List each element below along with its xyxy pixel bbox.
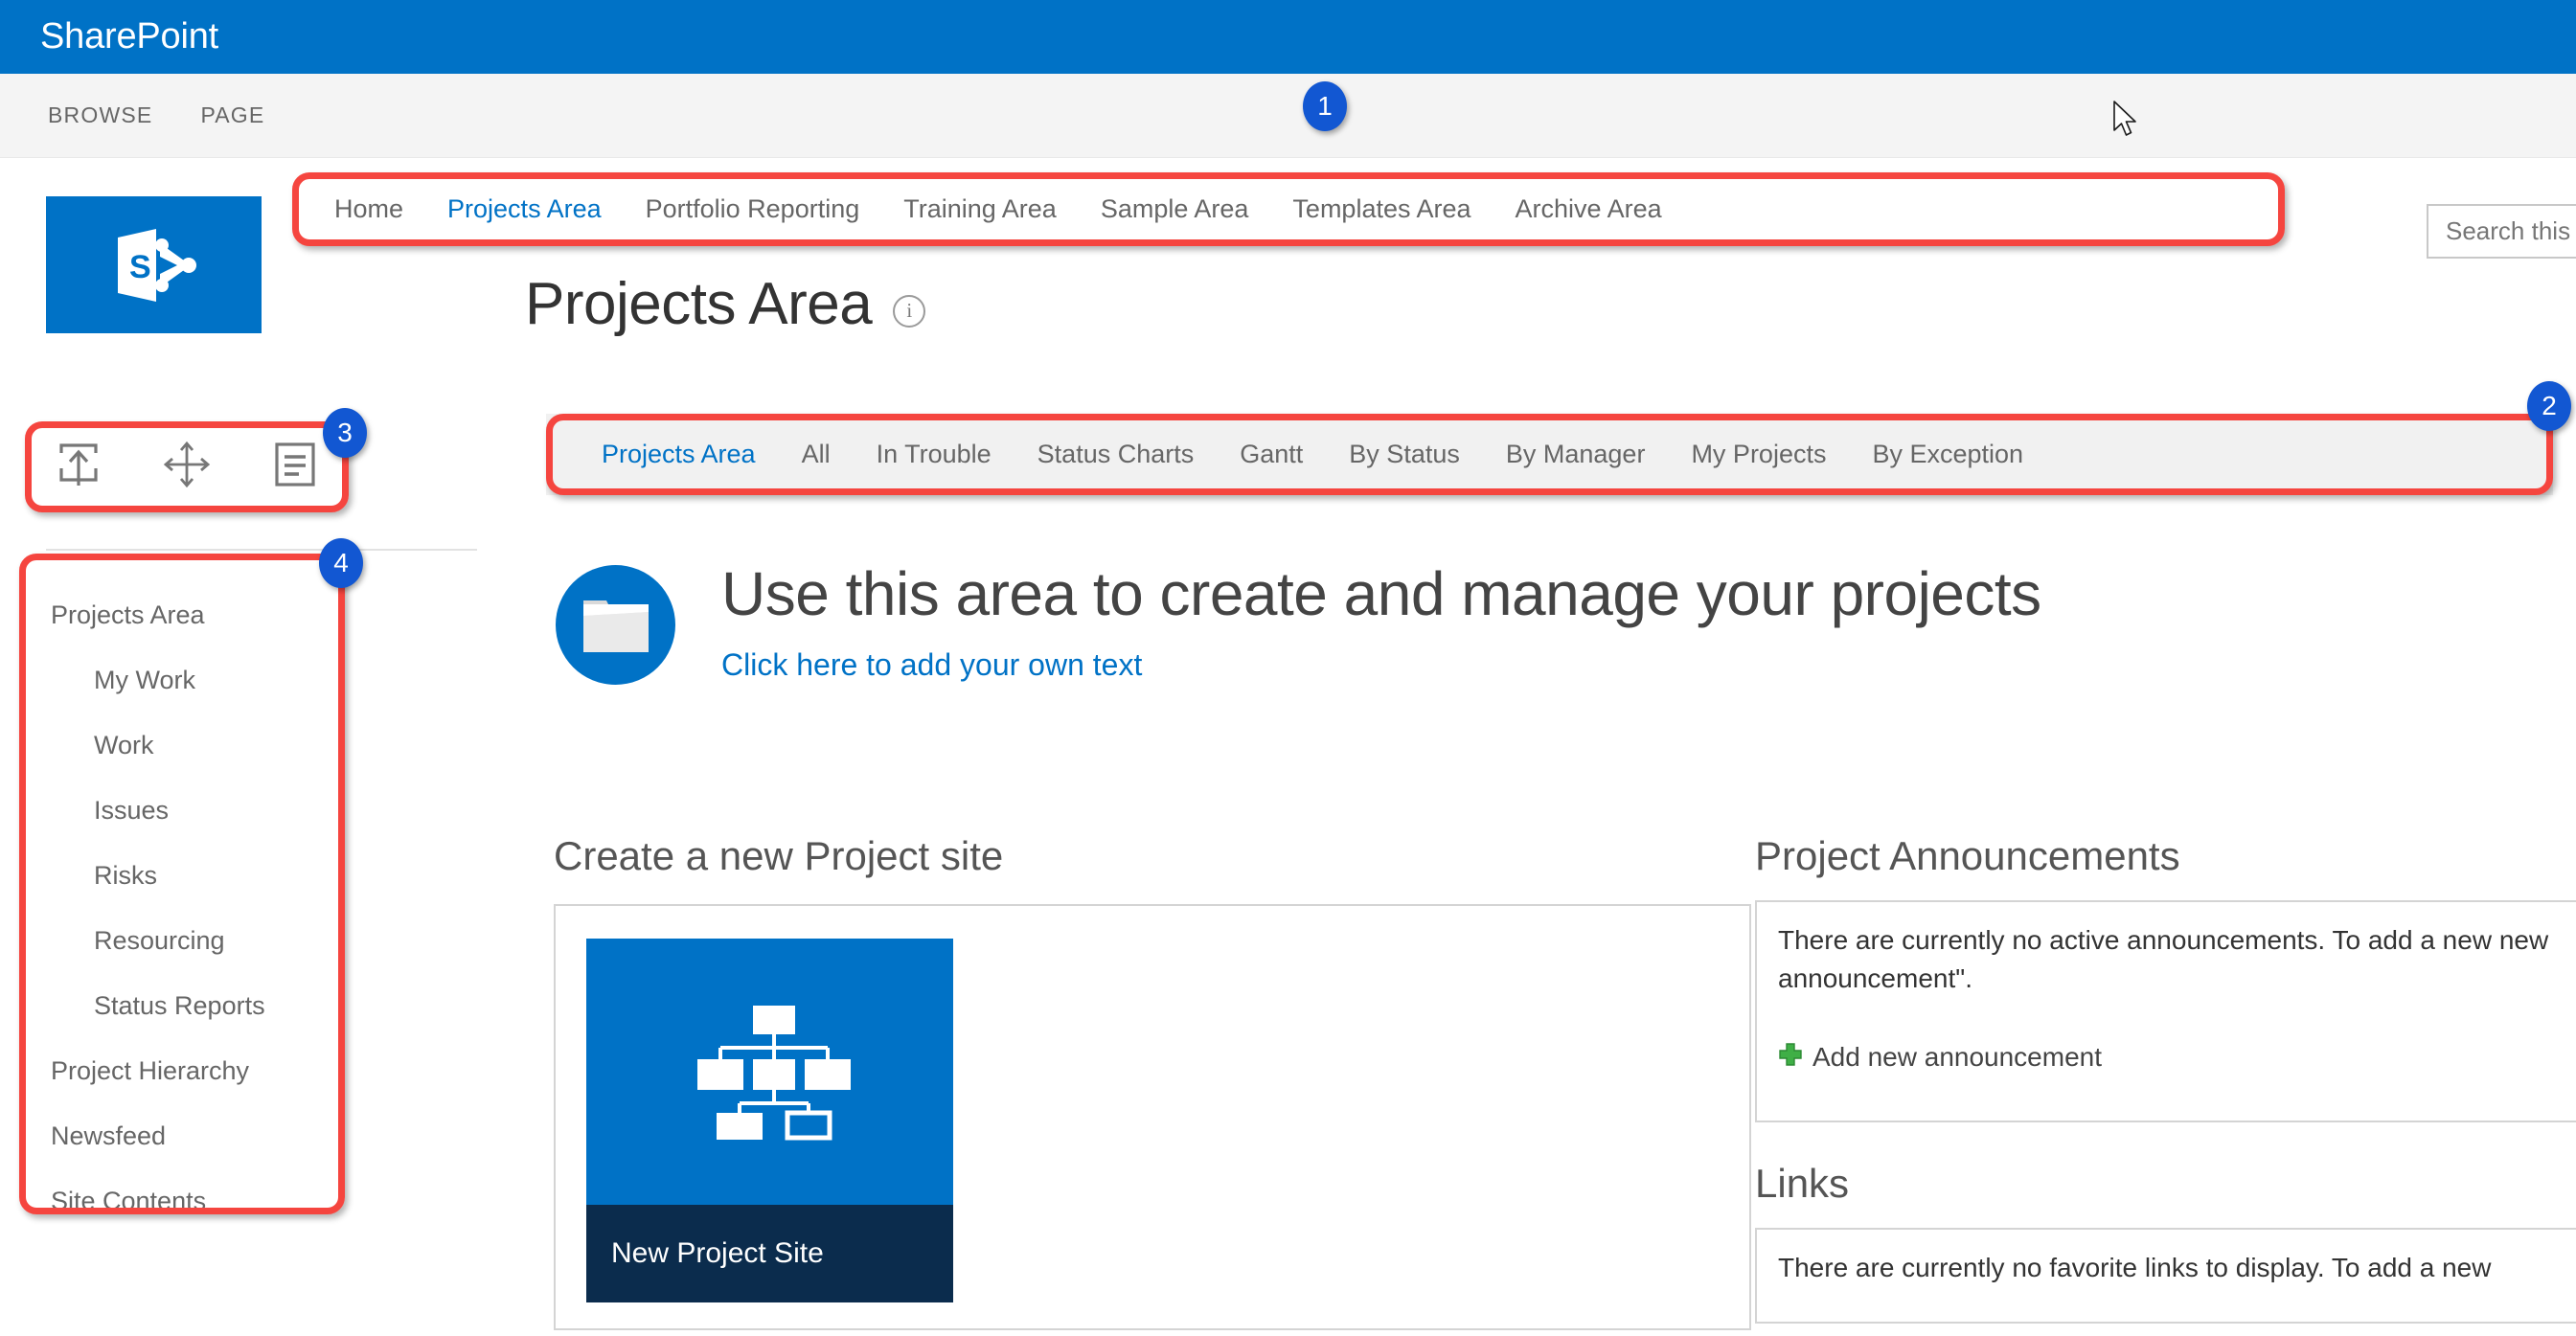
announcements-heading: Project Announcements (1755, 833, 2180, 878)
tab-by-manager[interactable]: By Manager (1506, 440, 1646, 469)
hero-banner: Use this area to create and manage your … (556, 559, 2041, 685)
links-empty-text: There are currently no favorite links to… (1778, 1253, 2492, 1282)
create-site-section: Create a new Project site New Project Si… (554, 833, 1751, 1330)
topnav-item-templates-area[interactable]: Templates Area (1292, 194, 1470, 224)
topnav-item-training-area[interactable]: Training Area (903, 194, 1057, 224)
announcements-webpart: There are currently no active announceme… (1755, 900, 2576, 1122)
tab-all[interactable]: All (802, 440, 831, 469)
topnav-item-sample-area[interactable]: Sample Area (1101, 194, 1249, 224)
tab-in-trouble[interactable]: In Trouble (877, 440, 992, 469)
info-icon[interactable]: i (893, 294, 926, 328)
org-chart-icon (586, 939, 953, 1205)
plus-icon (1778, 1042, 1803, 1072)
sharepoint-logo-icon: S (117, 228, 196, 302)
sidebar-item-my-work[interactable]: My Work (19, 647, 345, 713)
right-column: Project Announcements There are currentl… (1755, 833, 2576, 1324)
links-heading: Links (1755, 1161, 1850, 1206)
tab-by-status[interactable]: By Status (1349, 440, 1460, 469)
sidebar-item-project-hierarchy[interactable]: Project Hierarchy (19, 1038, 345, 1103)
hero-edit-link[interactable]: Click here to add your own text (721, 647, 2041, 683)
sidebar-tools (25, 421, 349, 512)
new-project-site-tile[interactable]: New Project Site (586, 939, 953, 1302)
upload-icon[interactable] (52, 438, 105, 496)
page-title-row: Projects Area i (525, 270, 926, 338)
sharepoint-logo[interactable]: S (46, 196, 262, 333)
sidebar-item-site-contents[interactable]: Site Contents (19, 1168, 345, 1234)
ribbon-tabs: BROWSE PAGE (0, 74, 2576, 158)
add-announcement-button[interactable]: Add new announcement (1778, 1042, 2576, 1073)
sidebar-divider (46, 549, 477, 551)
topnav-item-projects-area[interactable]: Projects Area (447, 194, 602, 224)
svg-text:S: S (129, 249, 151, 285)
new-project-site-label: New Project Site (586, 1205, 953, 1302)
sidebar-item-work[interactable]: Work (19, 713, 345, 778)
tab-my-projects[interactable]: My Projects (1691, 440, 1826, 469)
sharepoint-page: SharePoint BROWSE PAGE S Home Projects A… (0, 0, 2576, 1336)
announcements-empty-text: There are currently no active announceme… (1778, 925, 2549, 993)
sidebar-item-issues[interactable]: Issues (19, 778, 345, 843)
add-announcement-label: Add new announcement (1812, 1041, 2102, 1072)
hero-heading: Use this area to create and manage your … (721, 559, 2041, 628)
sidebar-item-projects-area[interactable]: Projects Area (19, 582, 345, 647)
create-site-webpart: New Project Site (554, 904, 1751, 1330)
sidebar-item-resourcing[interactable]: Resourcing (19, 908, 345, 973)
left-navigation: Projects Area My Work Work Issues Risks … (19, 554, 345, 1215)
ribbon-tab-browse[interactable]: BROWSE (48, 102, 152, 128)
sidebar-item-newsfeed[interactable]: Newsfeed (19, 1103, 345, 1168)
create-site-heading: Create a new Project site (554, 833, 1004, 878)
topnav-item-home[interactable]: Home (334, 194, 403, 224)
edit-list-icon[interactable] (268, 438, 322, 496)
sub-navigation: Projects Area All In Trouble Status Char… (546, 414, 2553, 495)
search-placeholder: Search this (2446, 216, 2571, 245)
suite-title: SharePoint (40, 16, 219, 57)
tab-gantt[interactable]: Gantt (1240, 440, 1303, 469)
topnav-item-portfolio-reporting[interactable]: Portfolio Reporting (646, 194, 860, 224)
folder-icon (556, 565, 675, 685)
top-navigation: Home Projects Area Portfolio Reporting T… (292, 172, 2285, 246)
tab-status-charts[interactable]: Status Charts (1037, 440, 1195, 469)
sidebar-item-risks[interactable]: Risks (19, 843, 345, 908)
search-input[interactable]: Search this (2427, 204, 2576, 259)
tab-projects-area[interactable]: Projects Area (602, 440, 756, 469)
ribbon-tab-page[interactable]: PAGE (200, 102, 264, 128)
links-webpart: There are currently no favorite links to… (1755, 1228, 2576, 1324)
move-icon[interactable] (160, 438, 214, 496)
page-title: Projects Area (525, 271, 873, 337)
sidebar-item-status-reports[interactable]: Status Reports (19, 973, 345, 1038)
suite-bar: SharePoint (0, 0, 2576, 74)
topnav-item-archive-area[interactable]: Archive Area (1516, 194, 1662, 224)
tab-by-exception[interactable]: By Exception (1872, 440, 2023, 469)
